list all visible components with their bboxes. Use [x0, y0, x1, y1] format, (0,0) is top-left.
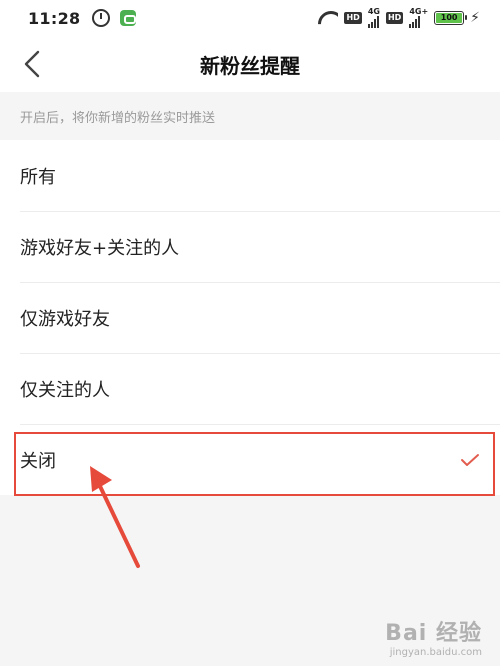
network-type-2: 4G+ — [409, 7, 429, 16]
alarm-icon — [92, 9, 111, 27]
page-title: 新粉丝提醒 — [200, 53, 300, 78]
hd-badge-1: HD — [344, 12, 362, 24]
option-label: 所有 — [20, 166, 56, 188]
app-notification-icon — [120, 10, 137, 26]
options-list: 所有 游戏好友+关注的人 仅游戏好友 仅关注的人 关闭 — [0, 140, 500, 495]
option-label: 关闭 — [20, 450, 56, 472]
status-icons: HD 4G HD 4G+ 100 ⚡ — [318, 8, 480, 28]
option-label: 仅游戏好友 — [20, 308, 110, 330]
option-label: 仅关注的人 — [20, 379, 110, 401]
option-all[interactable]: 所有 — [0, 140, 500, 211]
watermark-logo: Bai 经验 — [385, 621, 482, 646]
option-following-only[interactable]: 仅关注的人 — [0, 353, 500, 424]
watermark-url: jingyan.baidu.com — [389, 647, 482, 658]
charging-icon: ⚡ — [470, 10, 480, 26]
hd-badge-2: HD — [385, 12, 404, 24]
option-friends-and-following[interactable]: 游戏好友+关注的人 — [0, 211, 500, 282]
option-label: 游戏好友+关注的人 — [20, 237, 180, 259]
back-button[interactable] — [16, 48, 48, 80]
signal-bars-icon — [367, 16, 379, 28]
signal-bars-icon — [409, 16, 421, 28]
option-friends-only[interactable]: 仅游戏好友 — [0, 282, 500, 353]
checkmark-icon — [461, 453, 479, 466]
chevron-left-icon — [24, 50, 40, 78]
screen: 11:28 HD 4G HD 4G+ 100 ⚡ 新粉丝提醒 开启后，将你新增的… — [0, 0, 500, 666]
battery-icon: 100 — [434, 11, 468, 25]
status-time: 11:28 — [28, 8, 81, 28]
status-bar: 11:28 HD 4G HD 4G+ 100 ⚡ — [0, 0, 500, 36]
signal-1: 4G — [367, 7, 380, 28]
nav-header: 新粉丝提醒 — [0, 36, 500, 92]
network-type-1: 4G — [367, 7, 380, 16]
watermark: Bai 经验 jingyan.baidu.com — [385, 615, 482, 658]
option-off[interactable]: 关闭 — [0, 424, 500, 495]
wifi-icon — [318, 11, 338, 25]
annotation-arrow-icon — [90, 466, 140, 568]
battery-level: 100 — [436, 13, 463, 23]
signal-2: 4G+ — [409, 8, 428, 28]
hint-text: 开启后，将你新增的粉丝实时推送 — [0, 92, 500, 140]
